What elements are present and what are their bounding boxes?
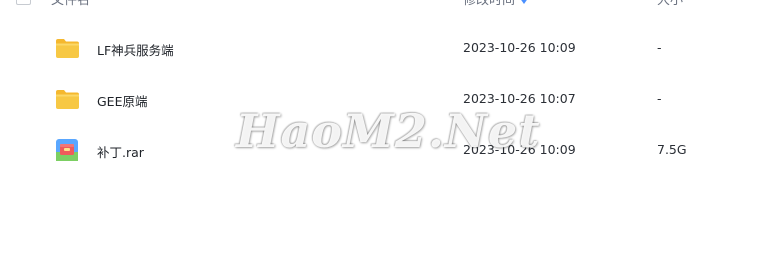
select-all-checkbox[interactable] (16, 0, 31, 5)
file-row[interactable]: 补丁.rar 2023-10-26 10:09 7.5G (0, 126, 766, 176)
file-name[interactable]: GEE原端 (97, 91, 147, 110)
file-list-page: 文件名 修改时间 大小 LF神兵服务端 2023-10-26 10:09 - G… (0, 0, 766, 268)
file-list-header: 文件名 修改时间 大小 (0, 0, 766, 8)
file-name[interactable]: LF神兵服务端 (97, 40, 174, 59)
file-row[interactable]: GEE原端 2023-10-26 10:07 - (0, 75, 766, 125)
file-modified-time: 2023-10-26 10:09 (463, 142, 576, 157)
column-header-size[interactable]: 大小 (657, 0, 683, 8)
column-header-modified[interactable]: 修改时间 (463, 0, 530, 8)
folder-icon (55, 37, 80, 59)
file-size: - (657, 40, 662, 55)
file-row[interactable]: LF神兵服务端 2023-10-26 10:09 - (0, 24, 766, 74)
rar-archive-icon (56, 139, 78, 161)
file-size: - (657, 91, 662, 106)
file-name[interactable]: 补丁.rar (97, 142, 144, 161)
column-header-modified-label: 修改时间 (463, 0, 516, 8)
column-header-name[interactable]: 文件名 (51, 0, 90, 8)
file-modified-time: 2023-10-26 10:09 (463, 40, 576, 55)
folder-icon (55, 88, 80, 110)
sort-desc-icon[interactable] (519, 0, 530, 4)
file-size: 7.5G (657, 142, 687, 157)
file-modified-time: 2023-10-26 10:07 (463, 91, 576, 106)
